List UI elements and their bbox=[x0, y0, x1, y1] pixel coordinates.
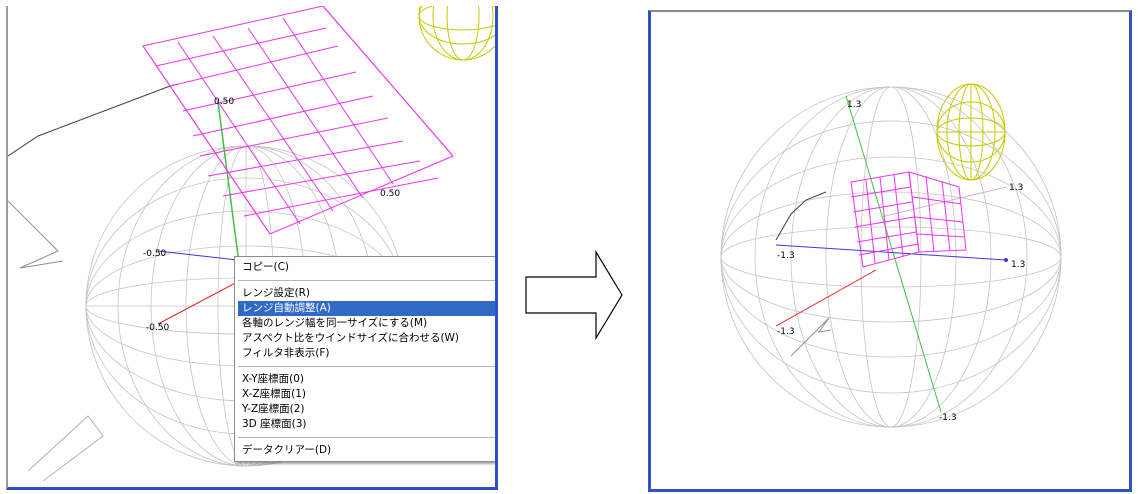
axis-label-x-neg: -0.50 bbox=[143, 249, 167, 259]
menu-item-xz-plane[interactable]: X-Z座標面(1) bbox=[238, 387, 495, 402]
z-axis-line bbox=[845, 95, 942, 413]
right-arrow-icon bbox=[525, 250, 623, 340]
menu-item-copy[interactable]: コピー(C) bbox=[238, 260, 495, 275]
menu-separator bbox=[238, 280, 495, 281]
black-polyline bbox=[8, 83, 179, 157]
axis-label-x-pos: 1.3 bbox=[1011, 260, 1025, 270]
axis-label-y-neg: -1.3 bbox=[777, 327, 795, 337]
axis-label-diag-pos: 1.3 bbox=[1009, 183, 1023, 193]
gray-polygon-bottom bbox=[27, 415, 104, 482]
right-3d-view[interactable]: 1.3 1.3 -1.3 1.3 -1.3 -1.3 bbox=[648, 10, 1132, 492]
ellipsoid-wireframe bbox=[418, 6, 495, 61]
magenta-cube-wireframe bbox=[850, 171, 967, 268]
x-axis-endpoint bbox=[1004, 258, 1008, 262]
context-menu: コピー(C) レンジ設定(R) レンジ自動調整(A) 各軸のレンジ幅を同一サイズ… bbox=[234, 256, 495, 462]
menu-item-3d-plane[interactable]: 3D 座標面(3) bbox=[238, 417, 495, 432]
axis-label-y-neg: -0.50 bbox=[146, 323, 170, 333]
magenta-cube-wireframe bbox=[142, 6, 454, 235]
axis-label-z-pos: 1.3 bbox=[847, 100, 861, 110]
axis-label-x-pos: 0.50 bbox=[380, 189, 400, 199]
ellipsoid-wireframe bbox=[936, 83, 1006, 181]
menu-item-yz-plane[interactable]: Y-Z座標面(2) bbox=[238, 402, 495, 417]
right-3d-canvas[interactable]: 1.3 1.3 -1.3 1.3 -1.3 -1.3 bbox=[651, 12, 1129, 490]
menu-item-range-auto-adjust[interactable]: レンジ自動調整(A) bbox=[238, 301, 495, 316]
axis-label-z-pos: 0.50 bbox=[214, 97, 234, 107]
menu-item-range-settings[interactable]: レンジ設定(R) bbox=[238, 286, 495, 301]
z-axis-line bbox=[217, 101, 241, 272]
sphere-wireframe bbox=[720, 86, 1062, 428]
menu-separator bbox=[238, 437, 495, 438]
gray-polyline bbox=[8, 200, 64, 269]
axis-label-z-neg: -1.3 bbox=[939, 413, 957, 423]
menu-item-hide-filter[interactable]: フィルタ非表示(F) bbox=[238, 346, 495, 361]
axis-label-x-neg: -1.3 bbox=[777, 251, 795, 261]
menu-item-clear-data[interactable]: データクリアー(D) bbox=[238, 443, 495, 458]
menu-separator bbox=[238, 366, 495, 367]
menu-item-fit-aspect-ratio[interactable]: アスペクト比をウインドサイズに合わせる(W) bbox=[238, 331, 495, 346]
gray-polyline bbox=[790, 317, 832, 357]
left-3d-view[interactable]: -0.50 0.50 -0.50 0.50 コピー(C) レンジ設定(R) レン… bbox=[6, 6, 498, 490]
menu-item-same-range-width[interactable]: 各軸のレンジ幅を同一サイズにする(M) bbox=[238, 316, 495, 331]
black-polyline bbox=[775, 191, 827, 241]
menu-item-xy-plane[interactable]: X-Y座標面(0) bbox=[238, 372, 495, 387]
